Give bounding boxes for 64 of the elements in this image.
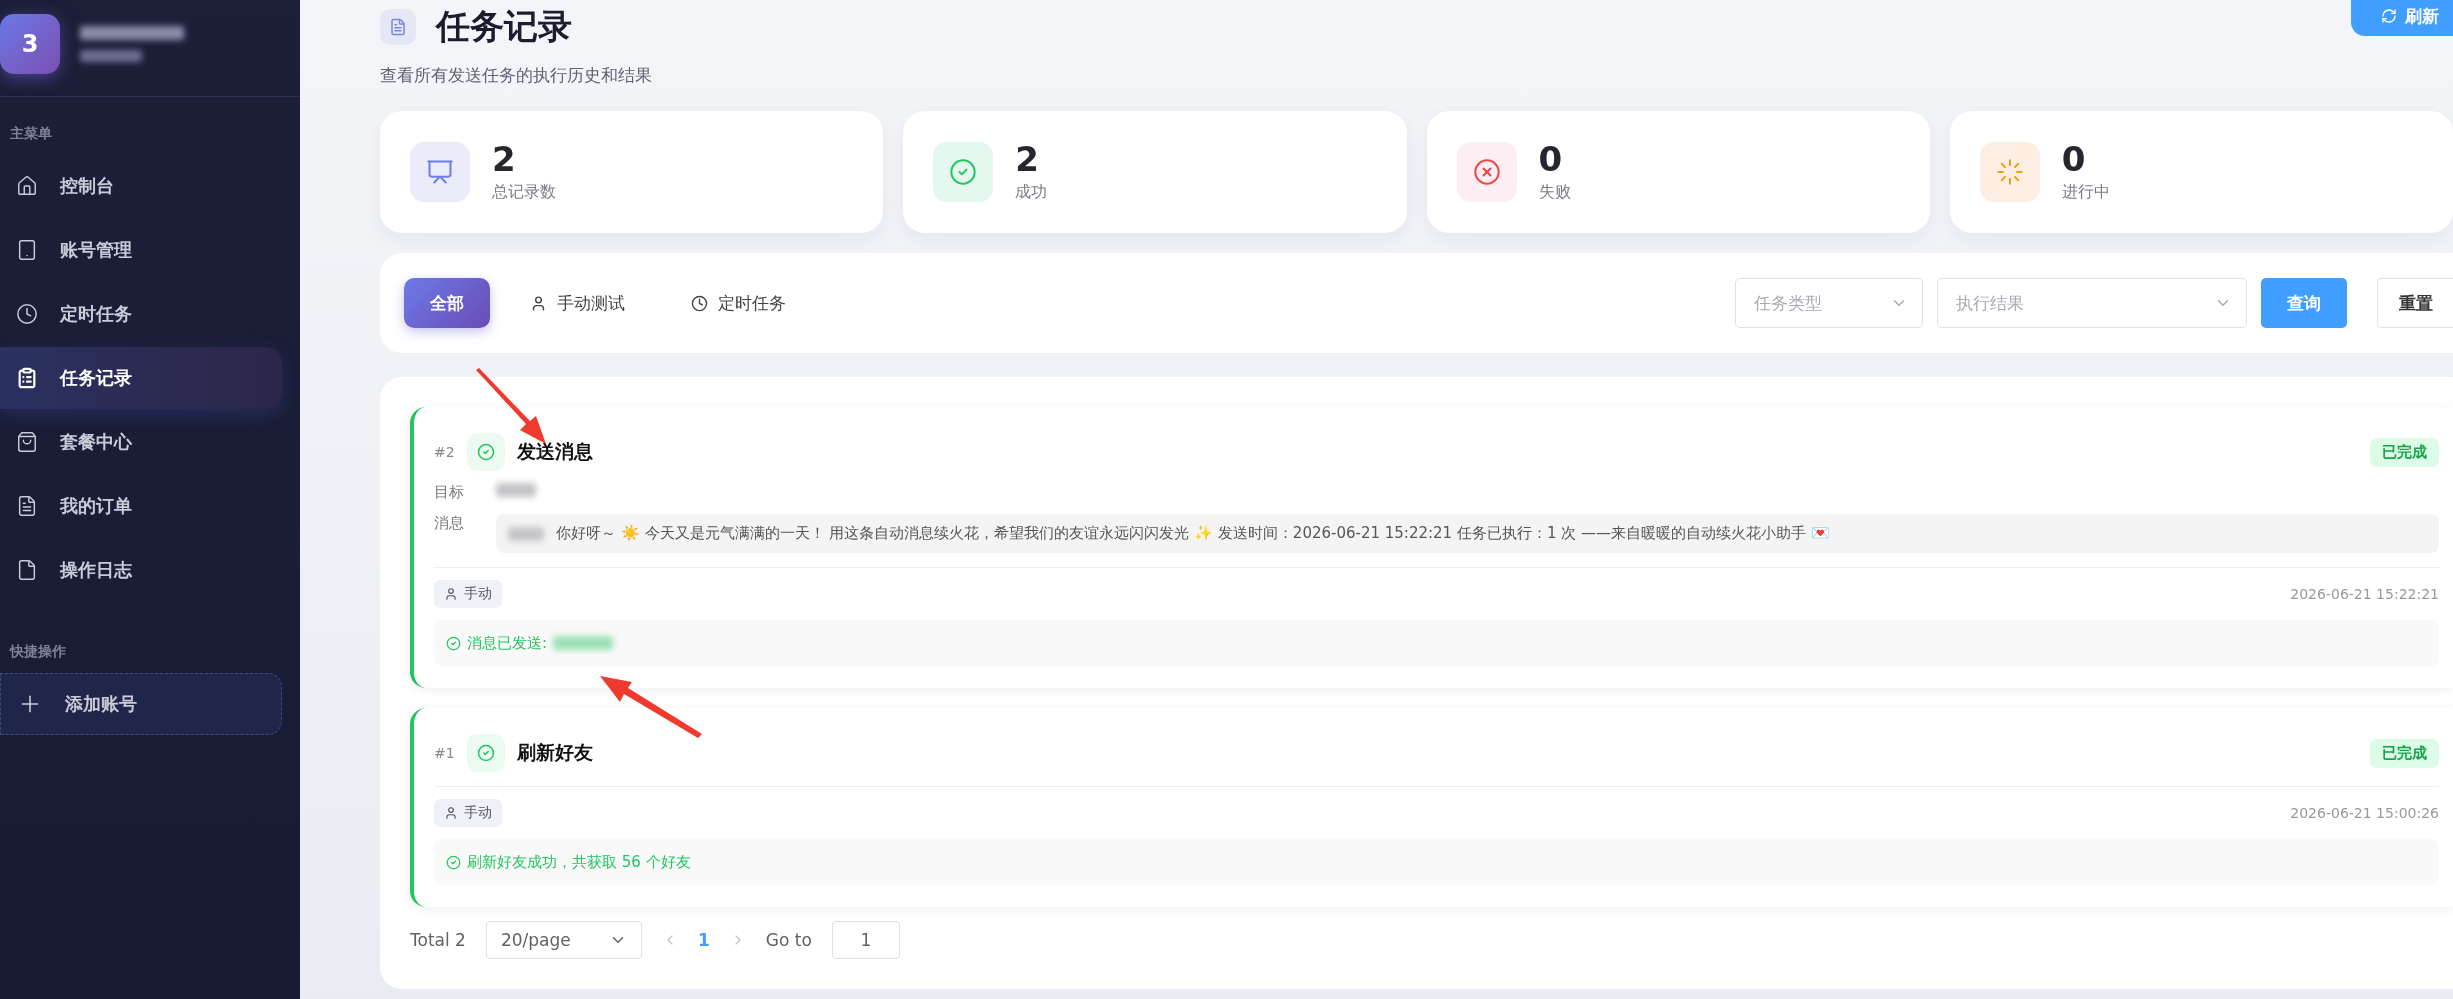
avatar: 3 [0, 14, 60, 74]
stat-icon [410, 142, 470, 202]
filter-tab[interactable]: 定时任务 [665, 278, 812, 328]
total-count: Total 2 [410, 930, 466, 950]
nav-icon [16, 239, 38, 261]
record-time: 2026-06-21 15:22:21 [2290, 586, 2439, 602]
document-icon [380, 9, 416, 45]
nav-icon [16, 559, 38, 581]
goto-input[interactable]: 1 [831, 921, 900, 959]
nav-icon [16, 431, 38, 453]
record-title: 刷新好友 [516, 740, 593, 765]
message-text: 你好呀～ ☀ 今天又是元气满满的一天！ 用这条自动消息续火花，希望我们的友谊永远闪闪发光 ✨ 发送时间：2026-06-21 15:22:21 任务已执行：1 次 ——来自暖暖的自动续火花小助手 💌 [556, 524, 1830, 543]
stat-label: 总记录数 [492, 182, 556, 204]
stat-value: 0 [1538, 140, 1564, 179]
stat-icon [1456, 142, 1517, 202]
stat-value: 2 [492, 140, 517, 179]
stat-label: 成功 [1015, 182, 1048, 204]
add-account-button[interactable]: 添加账号 [0, 673, 282, 735]
nav-item[interactable]: 操作日志 [0, 539, 282, 601]
status-badge: 已完成 [2370, 738, 2439, 768]
section-title: 主菜单 [9, 125, 53, 143]
check-circle-icon [446, 854, 461, 870]
user-icon [444, 587, 458, 601]
trigger-tag: 手动 [434, 580, 502, 608]
field-label: 目标 [434, 483, 465, 502]
page-subtitle: 查看所有发送任务的执行历史和结果 [380, 64, 652, 87]
record-number: #1 [434, 745, 455, 761]
stat-label: 失败 [1538, 182, 1571, 204]
page-title: 任务记录 [436, 5, 572, 48]
filter-tab[interactable]: 手动测试 [504, 278, 651, 328]
goto-label: Go to [765, 930, 812, 950]
nav-icon [16, 495, 38, 517]
result-text: 消息已发送: [467, 633, 548, 653]
stat-value: 0 [2061, 140, 2087, 179]
nav-item[interactable]: 账号管理 [0, 219, 282, 281]
nav-item[interactable]: 任务记录 [0, 347, 282, 409]
field-label: 消息 [434, 514, 465, 533]
clock-icon [691, 294, 708, 312]
stat-icon [933, 142, 994, 202]
refresh-icon [2381, 8, 2397, 24]
reset-button[interactable]: 重置 [2377, 278, 2453, 328]
nav-icon [16, 175, 38, 197]
trigger-tag: 手动 [434, 799, 502, 827]
section-title: 快捷操作 [8, 643, 67, 661]
page-size-select[interactable]: 20/page [485, 921, 642, 959]
nav-icon [16, 367, 38, 389]
result-text: 刷新好友成功，共获取 56 个好友 [467, 852, 691, 872]
nav-item[interactable]: 定时任务 [0, 283, 282, 345]
redacted-block [80, 50, 142, 62]
stat-label: 进行中 [2061, 182, 2110, 204]
nav-item[interactable]: 控制台 [0, 155, 282, 217]
nav-item[interactable]: 我的订单 [0, 475, 282, 537]
check-circle-icon [446, 635, 461, 651]
filter-tab[interactable]: 全部 [404, 278, 490, 328]
nav-item[interactable]: 套餐中心 [0, 411, 282, 473]
stat-value: 2 [1015, 140, 1040, 179]
user-icon [530, 294, 547, 312]
record-time: 2026-06-21 15:00:26 [2290, 805, 2439, 821]
record-number: #2 [434, 444, 455, 460]
record-title: 发送消息 [516, 439, 593, 464]
status-badge: 已完成 [2370, 437, 2439, 467]
user-icon [444, 806, 458, 820]
nav-icon [16, 303, 38, 325]
stat-icon [1979, 142, 2040, 202]
